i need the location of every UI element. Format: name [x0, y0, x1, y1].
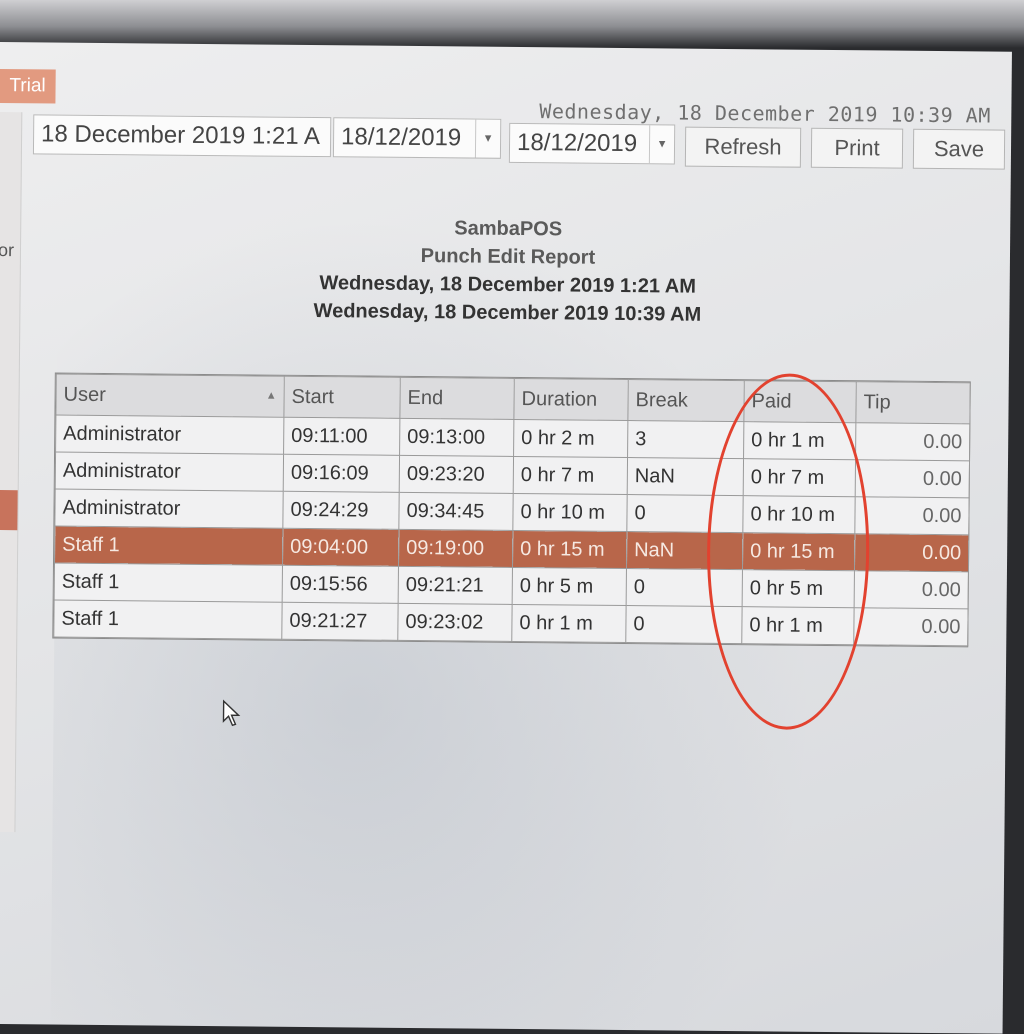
cell-user: Administrator	[54, 489, 284, 529]
from-date-picker[interactable]: 18/12/2019 ▼	[332, 117, 502, 159]
print-button[interactable]: Print	[810, 127, 904, 169]
cell-end: 09:19:00	[398, 529, 513, 568]
annotation-circle	[705, 372, 871, 731]
chevron-down-icon[interactable]: ▼	[648, 125, 675, 164]
from-date-value: 18/12/2019	[340, 123, 462, 152]
column-header-label: Break	[635, 388, 688, 412]
side-panel-label: or	[0, 239, 15, 261]
cell-start: 09:15:56	[282, 565, 399, 604]
report-end-date: Wednesday, 18 December 2019 10:39 AM	[313, 300, 702, 326]
cell-start: 09:11:00	[283, 417, 400, 456]
cell-duration: 0 hr 2 m	[513, 419, 628, 458]
to-date-picker[interactable]: 18/12/2019 ▼	[508, 122, 676, 165]
cell-duration: 0 hr 15 m	[512, 530, 627, 569]
column-header-start[interactable]: Start	[283, 376, 401, 419]
trial-badge: Trial	[0, 68, 56, 104]
cell-start: 09:21:27	[281, 602, 399, 641]
column-header-end[interactable]: End	[399, 377, 515, 420]
cell-user: Staff 1	[54, 563, 283, 603]
cell-duration: 0 hr 7 m	[513, 456, 628, 495]
column-header-label: User	[63, 383, 106, 406]
column-header-duration[interactable]: Duration	[513, 378, 629, 421]
cell-start: 09:04:00	[282, 528, 399, 567]
column-header-label: Duration	[521, 387, 598, 411]
cell-tip: 0.00	[854, 570, 969, 609]
cell-start: 09:16:09	[283, 454, 400, 493]
start-datetime-field[interactable]: 18 December 2019 1:21 A	[32, 114, 332, 158]
mouse-pointer-icon	[222, 699, 241, 727]
column-header-break[interactable]: Break	[627, 379, 745, 422]
cell-end: 09:13:00	[399, 418, 514, 457]
cell-user: Staff 1	[54, 526, 283, 566]
save-button[interactable]: Save	[912, 128, 1006, 170]
cell-tip: 0.00	[854, 533, 969, 572]
cell-duration: 0 hr 10 m	[512, 493, 628, 532]
cell-tip: 0.00	[854, 496, 970, 535]
column-header-label: End	[407, 386, 444, 409]
refresh-button[interactable]: Refresh	[684, 126, 802, 168]
report-header: SambaPOS Punch Edit Report Wednesday, 18…	[227, 212, 788, 329]
cell-tip: 0.00	[855, 459, 970, 498]
column-header-label: Start	[291, 385, 334, 408]
side-panel-selected-item[interactable]	[0, 489, 18, 531]
cell-end: 09:23:20	[399, 455, 514, 494]
sort-ascending-icon: ▲	[265, 389, 277, 402]
column-header-tip[interactable]: Tip	[855, 381, 971, 424]
cell-duration: 0 hr 1 m	[511, 604, 627, 643]
chevron-down-icon[interactable]: ▼	[474, 119, 501, 158]
cell-end: 09:34:45	[398, 492, 514, 531]
to-date-value: 18/12/2019	[516, 128, 638, 158]
app-window: Trial or Wednesday, 18 December 2019 10:…	[0, 42, 1012, 1034]
cell-duration: 0 hr 5 m	[512, 567, 627, 606]
side-panel: or	[0, 111, 23, 833]
monitor-bezel	[0, 0, 1024, 48]
cell-end: 09:23:02	[397, 603, 513, 642]
cell-end: 09:21:21	[398, 566, 513, 605]
cell-tip: 0.00	[855, 422, 970, 461]
cell-user: Staff 1	[53, 600, 283, 640]
cell-user: Administrator	[55, 415, 284, 455]
cell-start: 09:24:29	[282, 491, 400, 530]
column-header-user[interactable]: User ▲	[55, 374, 285, 418]
cell-tip: 0.00	[853, 607, 969, 646]
column-header-label: Tip	[863, 390, 891, 414]
cell-user: Administrator	[55, 452, 284, 492]
